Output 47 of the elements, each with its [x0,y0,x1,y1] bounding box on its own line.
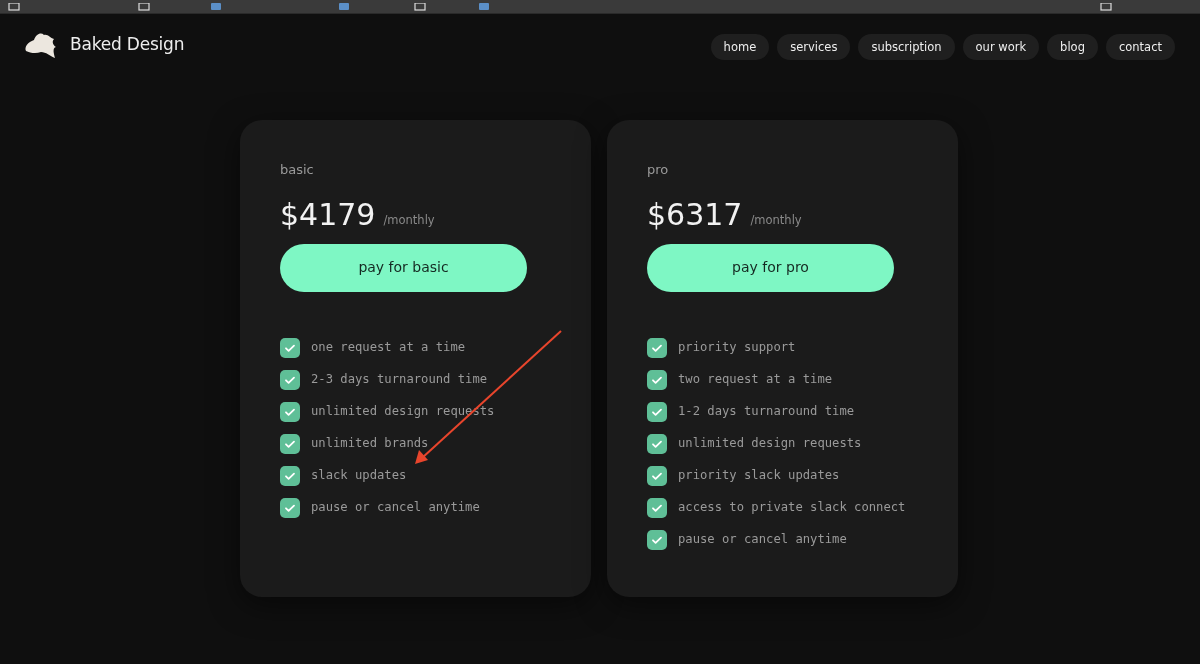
folder-icon[interactable] [1100,2,1112,11]
folder-icon[interactable] [138,2,150,11]
checkmark-icon [280,369,300,390]
price: $6317 [647,199,743,230]
feature-text: unlimited design requests [678,435,862,453]
feature-text: two request at a time [678,371,833,389]
nav-link-button[interactable]: services [777,34,851,60]
checkmark-icon [647,337,667,358]
billing-period: /monthly [750,212,802,230]
checkmark-icon [647,433,667,454]
checkmark-icon [280,497,300,518]
nav-link-button[interactable]: contact [1105,34,1175,60]
feature-text: pause or cancel anytime [311,499,480,517]
site-icon[interactable] [338,2,350,11]
billing-period: /monthly [383,212,435,230]
site-icon[interactable] [478,2,490,11]
feature-text: priority support [678,339,796,357]
checkmark-icon [647,369,667,390]
folder-icon[interactable] [414,2,426,11]
feature-text: unlimited brands [311,435,429,453]
price: $4179 [280,199,376,230]
checkmark-icon [280,433,300,454]
feature-text: one request at a time [311,339,466,357]
checkmark-icon [647,465,667,486]
feature-text: 2-3 days turnaround time [311,371,488,389]
feature-text: 1-2 days turnaround time [678,403,855,421]
feature-text: access to private slack connect [678,499,906,517]
plan-name: pro [647,161,670,179]
feature-text: pause or cancel anytime [678,531,847,549]
brand-name[interactable]: Baked Design [70,32,185,58]
plan-name: basic [280,161,315,179]
checkmark-icon [280,337,300,358]
checkmark-icon [280,401,300,422]
pay-button[interactable]: pay for basic [280,243,527,292]
checkmark-icon [280,465,300,486]
nav-link-button[interactable]: our work [962,34,1040,60]
checkmark-icon [647,401,667,422]
checkmark-icon [647,529,667,550]
checkmark-icon [647,497,667,518]
feature-text: slack updates [311,467,407,485]
site-icon[interactable] [210,2,222,11]
pay-button[interactable]: pay for pro [647,243,894,292]
nav-link-button[interactable]: subscription [858,34,955,60]
folder-icon[interactable] [8,2,20,11]
nav-link-button[interactable]: home [710,34,770,60]
nav-link-button[interactable]: blog [1047,34,1098,60]
feature-text: priority slack updates [678,467,840,485]
